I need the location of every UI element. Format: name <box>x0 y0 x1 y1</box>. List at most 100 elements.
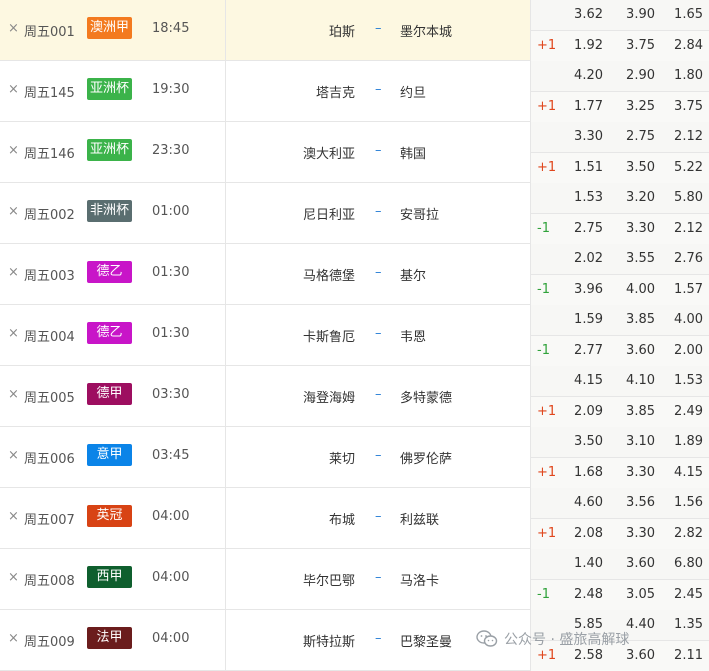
odds-lose[interactable]: 6.80 <box>663 549 703 579</box>
odds-win[interactable]: 4.20 <box>563 61 603 91</box>
odds-lose[interactable]: 1.65 <box>663 0 703 30</box>
odds-lose[interactable]: 5.80 <box>663 183 703 213</box>
handicap-odds-lose[interactable]: 2.45 <box>663 580 703 610</box>
odds-lose[interactable]: 1.89 <box>663 427 703 457</box>
match-row[interactable]: × 周五006 意甲 03:45 莱切 – 佛罗伦萨 3.50 3.10 1.89 +1 1.68 3.… <box>0 427 709 488</box>
odds-row-standard: 2.02 3.55 2.76 <box>531 244 709 275</box>
odds-lose[interactable]: 1.35 <box>663 610 703 640</box>
odds-win[interactable]: 1.40 <box>563 549 603 579</box>
handicap-odds-win[interactable]: 2.09 <box>563 397 603 427</box>
remove-icon[interactable]: × <box>8 143 20 158</box>
home-team: 马格德堡 <box>302 269 355 284</box>
remove-icon[interactable]: × <box>8 570 20 585</box>
remove-icon[interactable]: × <box>8 631 20 646</box>
handicap-odds-lose[interactable]: 4.15 <box>663 458 703 488</box>
odds-panel: 2.02 3.55 2.76 -1 3.96 4.00 1.57 <box>530 244 709 305</box>
remove-icon[interactable]: × <box>8 509 20 524</box>
match-info: × 周五005 德甲 03:30 海登海姆 – 多特蒙德 <box>0 366 530 426</box>
handicap-odds-draw[interactable]: 3.30 <box>615 519 655 549</box>
odds-win[interactable]: 3.62 <box>563 0 603 30</box>
odds-win[interactable]: 2.02 <box>563 244 603 274</box>
match-row[interactable]: × 周五005 德甲 03:30 海登海姆 – 多特蒙德 4.15 4.10 1.53 +1 2.09… <box>0 366 709 427</box>
match-code: 周五005 <box>24 391 75 406</box>
handicap-odds-win[interactable]: 2.77 <box>563 336 603 366</box>
match-row[interactable]: × 周五007 英冠 04:00 布城 – 利兹联 4.60 3.56 1.56 +1 2.08 3.3… <box>0 488 709 549</box>
odds-draw[interactable]: 3.20 <box>615 183 655 213</box>
handicap-odds-win[interactable]: 3.96 <box>563 275 603 305</box>
remove-icon[interactable]: × <box>8 204 20 219</box>
handicap-odds-draw[interactable]: 3.30 <box>615 214 655 244</box>
odds-lose[interactable]: 4.00 <box>663 305 703 335</box>
handicap-odds-win[interactable]: 1.77 <box>563 92 603 122</box>
handicap-odds-lose[interactable]: 2.00 <box>663 336 703 366</box>
remove-icon[interactable]: × <box>8 387 20 402</box>
odds-draw[interactable]: 3.56 <box>615 488 655 518</box>
odds-draw[interactable]: 3.10 <box>615 427 655 457</box>
odds-lose[interactable]: 1.80 <box>663 61 703 91</box>
kickoff-time: 01:30 <box>152 326 190 341</box>
handicap-odds-win[interactable]: 1.51 <box>563 153 603 183</box>
league-badge: 意甲 <box>87 444 132 466</box>
odds-draw[interactable]: 2.90 <box>615 61 655 91</box>
odds-lose[interactable]: 1.56 <box>663 488 703 518</box>
match-row[interactable]: × 周五145 亚洲杯 19:30 塔吉克 – 约旦 4.20 2.90 1.80 +1 1.77 3.… <box>0 61 709 122</box>
match-row[interactable]: × 周五146 亚洲杯 23:30 澳大利亚 – 韩国 3.30 2.75 2.12 +1 1.51 3… <box>0 122 709 183</box>
odds-win[interactable]: 4.15 <box>563 366 603 396</box>
handicap-odds-lose[interactable]: 2.82 <box>663 519 703 549</box>
odds-draw[interactable]: 3.60 <box>615 549 655 579</box>
odds-row-standard: 4.60 3.56 1.56 <box>531 488 709 519</box>
odds-row-standard: 4.20 2.90 1.80 <box>531 61 709 92</box>
handicap-odds-lose[interactable]: 3.75 <box>663 92 703 122</box>
odds-win[interactable]: 3.30 <box>563 122 603 152</box>
handicap-odds-draw[interactable]: 3.05 <box>615 580 655 610</box>
handicap-odds-draw[interactable]: 3.75 <box>615 31 655 61</box>
match-row[interactable]: × 周五001 澳洲甲 18:45 珀斯 – 墨尔本城 3.62 3.90 1.65 +1 1.92 3… <box>0 0 709 61</box>
odds-draw[interactable]: 3.55 <box>615 244 655 274</box>
remove-icon[interactable]: × <box>8 326 20 341</box>
match-row[interactable]: × 周五004 德乙 01:30 卡斯鲁厄 – 韦恩 1.59 3.85 4.00 -1 2.77 3.… <box>0 305 709 366</box>
handicap-odds-win[interactable]: 2.48 <box>563 580 603 610</box>
remove-icon[interactable]: × <box>8 82 20 97</box>
odds-draw[interactable]: 2.75 <box>615 122 655 152</box>
handicap-odds-lose[interactable]: 5.22 <box>663 153 703 183</box>
match-info: × 周五006 意甲 03:45 莱切 – 佛罗伦萨 <box>0 427 530 487</box>
odds-draw[interactable]: 3.90 <box>615 0 655 30</box>
match-row[interactable]: × 周五002 非洲杯 01:00 尼日利亚 – 安哥拉 1.53 3.20 5.80 -1 2.75… <box>0 183 709 244</box>
odds-lose[interactable]: 1.53 <box>663 366 703 396</box>
odds-panel: 4.60 3.56 1.56 +1 2.08 3.30 2.82 <box>530 488 709 549</box>
match-row[interactable]: × 周五003 德乙 01:30 马格德堡 – 基尔 2.02 3.55 2.76 -1 3.96 4.… <box>0 244 709 305</box>
odds-win[interactable]: 4.60 <box>563 488 603 518</box>
handicap-odds-lose[interactable]: 2.11 <box>663 641 703 671</box>
handicap-odds-win[interactable]: 2.08 <box>563 519 603 549</box>
handicap-odds-win[interactable]: 2.75 <box>563 214 603 244</box>
odds-lose[interactable]: 2.76 <box>663 244 703 274</box>
match-row[interactable]: × 周五008 西甲 04:00 毕尔巴鄂 – 马洛卡 1.40 3.60 6.80 -1 2.48 3… <box>0 549 709 610</box>
odds-win[interactable]: 1.59 <box>563 305 603 335</box>
handicap-odds-draw[interactable]: 3.50 <box>615 153 655 183</box>
handicap-odds-win[interactable]: 1.68 <box>563 458 603 488</box>
odds-lose[interactable]: 2.12 <box>663 122 703 152</box>
odds-row-standard: 4.15 4.10 1.53 <box>531 366 709 397</box>
odds-win[interactable]: 1.53 <box>563 183 603 213</box>
handicap-odds-draw[interactable]: 3.30 <box>615 458 655 488</box>
handicap-odds-lose[interactable]: 2.49 <box>663 397 703 427</box>
remove-icon[interactable]: × <box>8 21 20 36</box>
wechat-icon <box>476 630 498 647</box>
handicap-odds-lose[interactable]: 1.57 <box>663 275 703 305</box>
odds-row-handicap: +1 1.68 3.30 4.15 <box>531 458 709 488</box>
odds-draw[interactable]: 3.85 <box>615 305 655 335</box>
odds-win[interactable]: 3.50 <box>563 427 603 457</box>
handicap-odds-draw[interactable]: 4.00 <box>615 275 655 305</box>
home-team: 布城 <box>328 513 355 528</box>
handicap-odds-win[interactable]: 1.92 <box>563 31 603 61</box>
handicap-odds-draw[interactable]: 3.85 <box>615 397 655 427</box>
league-badge: 亚洲杯 <box>87 139 132 161</box>
handicap-odds-draw[interactable]: 3.25 <box>615 92 655 122</box>
odds-draw[interactable]: 4.10 <box>615 366 655 396</box>
away-team: 利兹联 <box>400 513 440 528</box>
handicap-odds-draw[interactable]: 3.60 <box>615 336 655 366</box>
handicap-odds-lose[interactable]: 2.12 <box>663 214 703 244</box>
handicap-odds-lose[interactable]: 2.84 <box>663 31 703 61</box>
remove-icon[interactable]: × <box>8 448 20 463</box>
remove-icon[interactable]: × <box>8 265 20 280</box>
